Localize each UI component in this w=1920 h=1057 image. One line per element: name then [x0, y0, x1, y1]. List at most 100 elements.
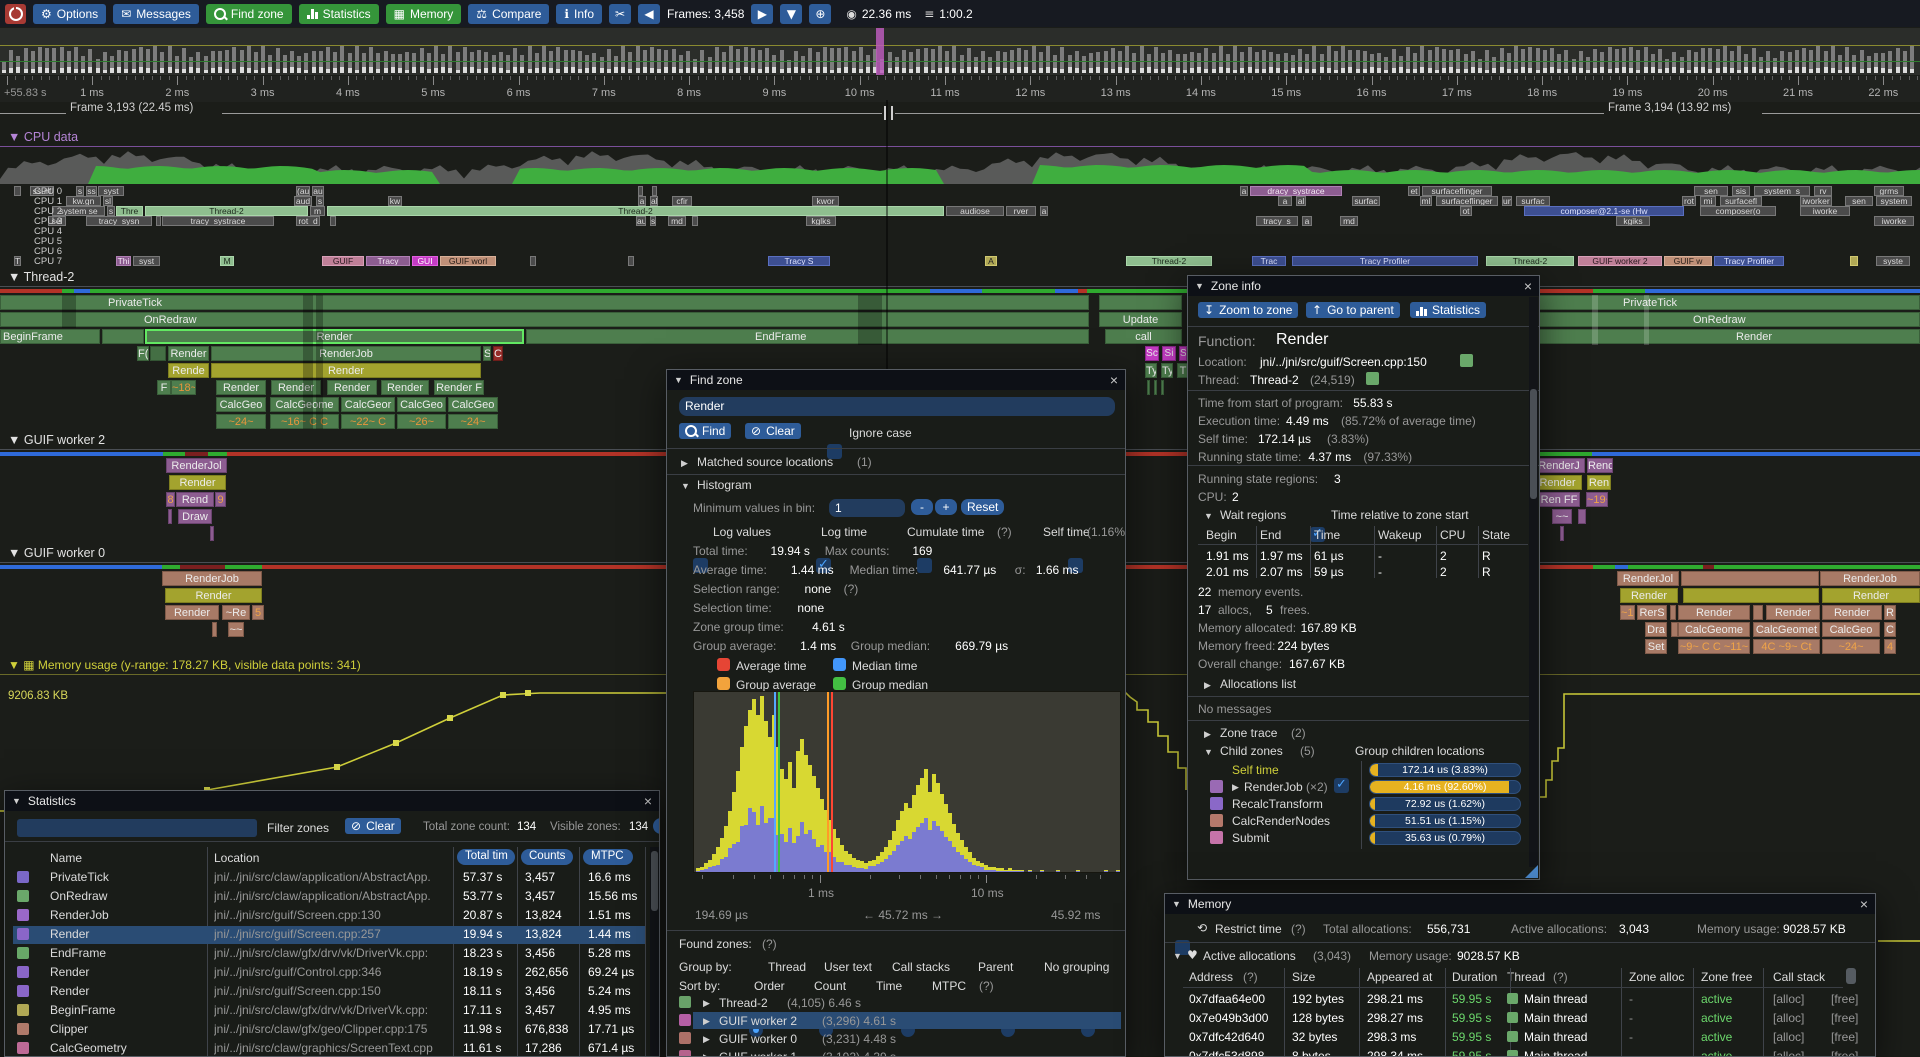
frame-bar[interactable] — [1464, 54, 1468, 73]
timeline-zone[interactable] — [1560, 526, 1564, 541]
cpu-zone[interactable]: Thread-2 — [1486, 256, 1574, 266]
frame-bar[interactable] — [1320, 54, 1324, 73]
cpu-zone[interactable]: rver — [1006, 206, 1036, 216]
timeline-zone[interactable]: CalcGeomet — [1753, 622, 1820, 637]
frame-bar[interactable] — [1744, 54, 1748, 73]
timeline-zone[interactable]: Render — [1620, 588, 1678, 603]
timeline-zone[interactable]: Render — [1533, 475, 1582, 490]
frame-bar[interactable] — [168, 46, 172, 73]
cpu-zone[interactable]: sis — [1732, 186, 1750, 196]
frame-bar[interactable] — [1888, 51, 1892, 73]
histogram-plot[interactable] — [693, 691, 1121, 873]
statistics-button[interactable]: Statistics — [1410, 302, 1486, 318]
go-to-parent-button[interactable]: ↑Go to parent — [1306, 302, 1400, 318]
timeline-zone[interactable] — [168, 509, 172, 524]
expand-icon[interactable]: ▶ — [1204, 729, 1211, 740]
frame-bar[interactable] — [463, 47, 467, 73]
cpu-zone[interactable] — [14, 186, 21, 196]
timeline-zone[interactable]: OnRedraw — [0, 312, 1089, 327]
cpu-zone[interactable]: surfaceflinger — [1422, 186, 1492, 196]
restrict-help[interactable]: (?) — [1291, 922, 1306, 936]
cpu-zone[interactable]: un — [1502, 196, 1512, 206]
frame-bar[interactable] — [866, 55, 870, 73]
frame-bar[interactable] — [988, 57, 992, 73]
frame-bar[interactable] — [592, 53, 596, 73]
tools-button[interactable]: ✂ — [609, 4, 631, 24]
frame-bar[interactable] — [2, 61, 6, 73]
frame-bar[interactable] — [506, 55, 510, 73]
cpu-zone[interactable]: audiose — [946, 206, 1004, 216]
child-zone-chip[interactable] — [1210, 797, 1223, 810]
list-item[interactable] — [679, 1012, 1121, 1029]
cpu-zone[interactable]: rot — [1682, 196, 1696, 206]
frame-bar[interactable] — [391, 54, 395, 73]
histogram-option-checkbox[interactable] — [917, 558, 932, 573]
frame-bar[interactable] — [1600, 52, 1604, 73]
memory-titlebar[interactable]: ▼ Memory × — [1165, 894, 1875, 914]
group-children-checkbox[interactable] — [1334, 778, 1349, 793]
timeline-zone[interactable]: Si — [1162, 346, 1176, 361]
frame-bar[interactable] — [844, 47, 848, 73]
cpu-zone[interactable]: sen — [1845, 196, 1873, 206]
timeline-zone[interactable]: RenderJol — [166, 458, 227, 473]
selected-frame-marker[interactable] — [876, 28, 884, 75]
frame-bar[interactable] — [1435, 47, 1439, 73]
frame-bar[interactable] — [888, 52, 892, 73]
timeline-zone[interactable]: Draw — [178, 509, 212, 524]
frame-bar[interactable] — [1104, 51, 1108, 73]
frame-bar[interactable] — [1852, 55, 1856, 73]
frame-bar[interactable] — [1759, 57, 1763, 73]
collapse-icon[interactable]: ▼ — [1172, 899, 1181, 909]
child-zone-bar[interactable]: 172.14 us (3.83%) — [1369, 763, 1521, 777]
table-row[interactable] — [13, 1002, 645, 1020]
cpu-zone[interactable]: s — [76, 186, 84, 196]
cpu-zone[interactable]: iworke — [1874, 216, 1914, 226]
timeline-zone[interactable]: CalcGeo — [216, 397, 266, 412]
timeline-zone[interactable]: Render — [1822, 605, 1882, 620]
frame-bar[interactable] — [1226, 54, 1230, 73]
frame-bar[interactable] — [1788, 52, 1792, 73]
frame-bar[interactable] — [1154, 47, 1158, 73]
frame-bar[interactable] — [535, 53, 539, 73]
frame-bar[interactable] — [772, 55, 776, 73]
frame-bar[interactable] — [196, 52, 200, 73]
frame-bar[interactable] — [60, 47, 64, 73]
timeline-zone[interactable]: Sc — [1145, 346, 1159, 361]
timeline-zone[interactable]: Render — [1822, 588, 1920, 603]
frame-bar[interactable] — [1096, 52, 1100, 73]
statistics-titlebar[interactable]: ▼ Statistics × — [5, 791, 659, 811]
frame-bar[interactable] — [1874, 53, 1878, 73]
frame-bar[interactable] — [938, 46, 942, 73]
frame-bar[interactable] — [319, 51, 323, 73]
timeline-zone[interactable]: R — [1884, 605, 1896, 620]
frame-bar[interactable] — [189, 57, 193, 73]
frame-bar[interactable] — [628, 52, 632, 73]
compare-button[interactable]: ⚖Compare — [468, 4, 549, 24]
cpu-zone[interactable]: rot_d — [296, 216, 320, 226]
cpu-zone[interactable]: ss — [86, 186, 97, 196]
timeline-zone[interactable]: Rende — [168, 363, 209, 378]
frame-bar[interactable] — [787, 60, 791, 73]
timeline-zone[interactable] — [1671, 622, 1678, 637]
frame-bar[interactable] — [996, 51, 1000, 73]
timeline-zone[interactable]: 8 — [166, 492, 175, 507]
cpu-zone[interactable]: syste — [1876, 256, 1910, 266]
search-input[interactable]: Render — [679, 397, 1115, 416]
frame-bar[interactable] — [1816, 46, 1820, 73]
frame-bar[interactable] — [1039, 52, 1043, 73]
resize-grip[interactable] — [1525, 865, 1538, 878]
frame-bar[interactable] — [376, 53, 380, 73]
frame-bar[interactable] — [1881, 53, 1885, 73]
frame-bar[interactable] — [1053, 55, 1057, 73]
clear-filter-button[interactable]: ⊘Clear — [345, 818, 401, 834]
child-zone-chip[interactable] — [1210, 814, 1223, 827]
cpu-zone[interactable]: (au — [296, 186, 310, 196]
timeline-zone[interactable] — [1753, 605, 1763, 620]
cpu-zone[interactable] — [652, 186, 657, 196]
frame-bar[interactable] — [952, 46, 956, 73]
thread-color-chip[interactable] — [1366, 372, 1379, 385]
timeline-zone[interactable]: F( — [137, 346, 149, 361]
timeline-zone[interactable]: ~17~ — [1620, 605, 1635, 620]
timeline-zone[interactable]: Render — [168, 346, 209, 361]
frame-bar[interactable] — [636, 46, 640, 73]
